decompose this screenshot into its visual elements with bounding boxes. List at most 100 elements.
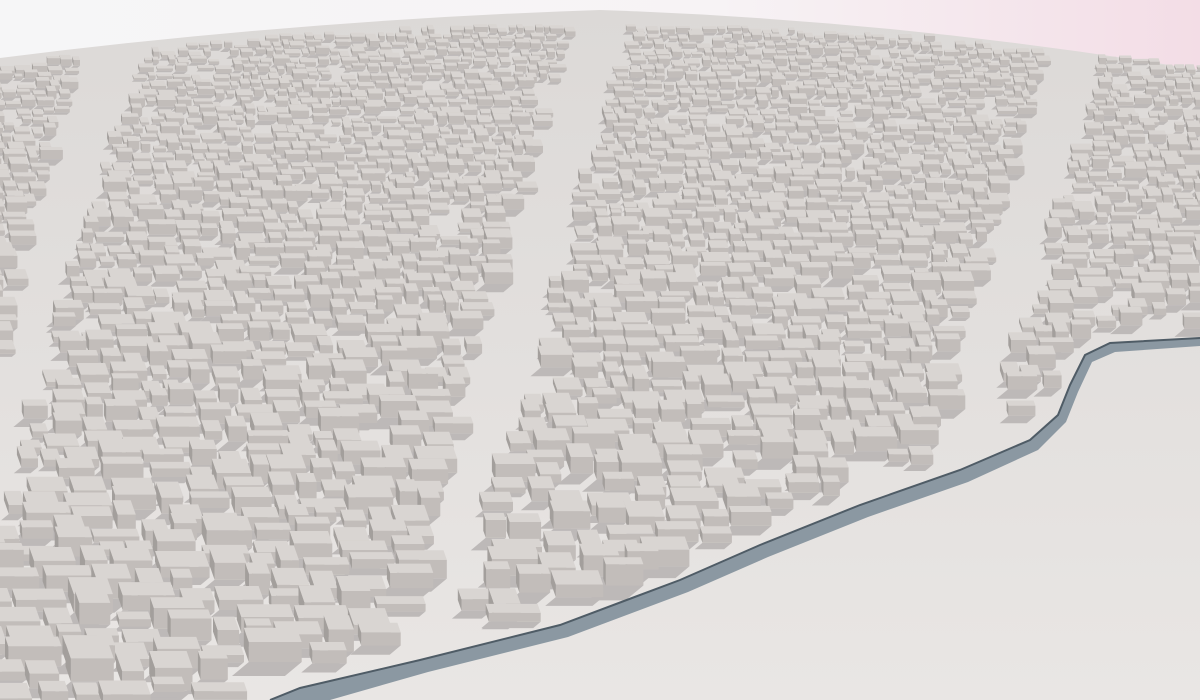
- building-roof: [404, 81, 423, 86]
- building-front-face: [822, 136, 840, 140]
- building-roof: [58, 88, 71, 94]
- building-front-face: [501, 61, 511, 66]
- building-roof: [556, 41, 570, 44]
- building-roof: [351, 118, 363, 121]
- building-front-face: [3, 92, 16, 98]
- building-front-face: [0, 92, 2, 98]
- building-roof: [777, 66, 790, 71]
- building-front-face: [871, 90, 880, 98]
- building-front-face: [61, 81, 79, 89]
- building-roof: [274, 96, 289, 101]
- building-roof: [451, 32, 463, 36]
- city-3d-render: [0, 0, 1200, 700]
- building-front-face: [44, 127, 57, 136]
- building-roof: [1098, 105, 1119, 109]
- building-roof: [347, 106, 362, 110]
- building-front-face: [630, 72, 644, 78]
- building-roof: [160, 51, 176, 55]
- building-front-face: [1144, 124, 1155, 131]
- building-roof: [514, 134, 534, 140]
- building-roof: [35, 77, 50, 81]
- building-front-face: [256, 149, 275, 155]
- building-roof: [945, 117, 954, 121]
- building-roof: [653, 38, 665, 44]
- building-roof: [820, 144, 843, 148]
- building-front-face: [970, 157, 981, 164]
- building-roof: [25, 145, 40, 151]
- building-front-face: [903, 91, 910, 97]
- building-roof: [499, 57, 511, 62]
- building-roof: [973, 67, 987, 72]
- building-roof: [712, 47, 727, 53]
- building-front-face: [408, 38, 415, 43]
- building-roof: [734, 56, 750, 61]
- building-front-face: [550, 28, 564, 34]
- building-roof: [839, 132, 854, 139]
- building-roof: [644, 88, 664, 93]
- building-roof: [174, 62, 188, 66]
- building-roof: [706, 123, 721, 127]
- building-roof: [166, 138, 180, 143]
- building-roof: [711, 141, 729, 148]
- building-roof: [970, 59, 982, 63]
- building-roof: [633, 81, 646, 84]
- building-roof: [473, 128, 489, 136]
- building-roof: [240, 48, 254, 52]
- building-roof: [763, 124, 775, 129]
- building-roof: [889, 38, 896, 41]
- building-roof: [447, 112, 465, 116]
- building-front-face: [139, 67, 154, 72]
- building-roof: [990, 119, 1004, 125]
- building-roof: [493, 68, 512, 72]
- building-roof: [195, 79, 211, 82]
- building-roof: [400, 59, 410, 62]
- building-roof: [285, 62, 296, 67]
- building-roof: [500, 36, 516, 39]
- building-roof: [679, 97, 691, 103]
- building-roof: [814, 35, 824, 39]
- building-front-face: [803, 152, 822, 161]
- building-roof: [410, 72, 427, 76]
- building-roof: [944, 134, 965, 142]
- building-roof: [187, 91, 198, 94]
- building-front-face: [557, 43, 570, 48]
- building-front-face: [448, 51, 462, 55]
- building-front-face: [175, 106, 187, 113]
- building-roof: [948, 100, 966, 103]
- building-front-face: [1037, 60, 1051, 65]
- building-front-face: [1131, 83, 1147, 88]
- building-front-face: [1135, 98, 1153, 104]
- building-roof: [329, 55, 340, 60]
- building-roof: [439, 83, 454, 89]
- building-roof: [617, 113, 637, 119]
- building-roof: [909, 78, 920, 84]
- building-front-face: [758, 100, 769, 107]
- building-front-face: [732, 33, 742, 40]
- building-roof: [319, 81, 335, 85]
- building-roof: [138, 63, 154, 68]
- building-front-face: [447, 91, 460, 96]
- building-roof: [416, 97, 430, 103]
- building-roof: [1181, 72, 1191, 77]
- city-render-canvas: [0, 0, 1200, 700]
- building-roof: [775, 114, 790, 120]
- building-front-face: [613, 69, 629, 72]
- building-roof: [785, 40, 798, 43]
- building-roof: [239, 126, 252, 130]
- building-front-face: [856, 131, 868, 140]
- building-roof: [564, 26, 576, 32]
- building-front-face: [145, 59, 153, 63]
- building-front-face: [686, 74, 698, 82]
- building-roof: [846, 64, 860, 70]
- building-front-face: [753, 123, 765, 132]
- building-front-face: [325, 34, 335, 40]
- building-roof: [938, 143, 949, 147]
- building-roof: [628, 48, 642, 53]
- building-roof: [957, 55, 969, 59]
- building-roof: [275, 132, 297, 138]
- building-roof: [139, 133, 158, 137]
- building-front-face: [858, 49, 871, 56]
- building-roof: [1173, 89, 1191, 92]
- building-roof: [751, 118, 765, 124]
- building-roof: [624, 41, 640, 46]
